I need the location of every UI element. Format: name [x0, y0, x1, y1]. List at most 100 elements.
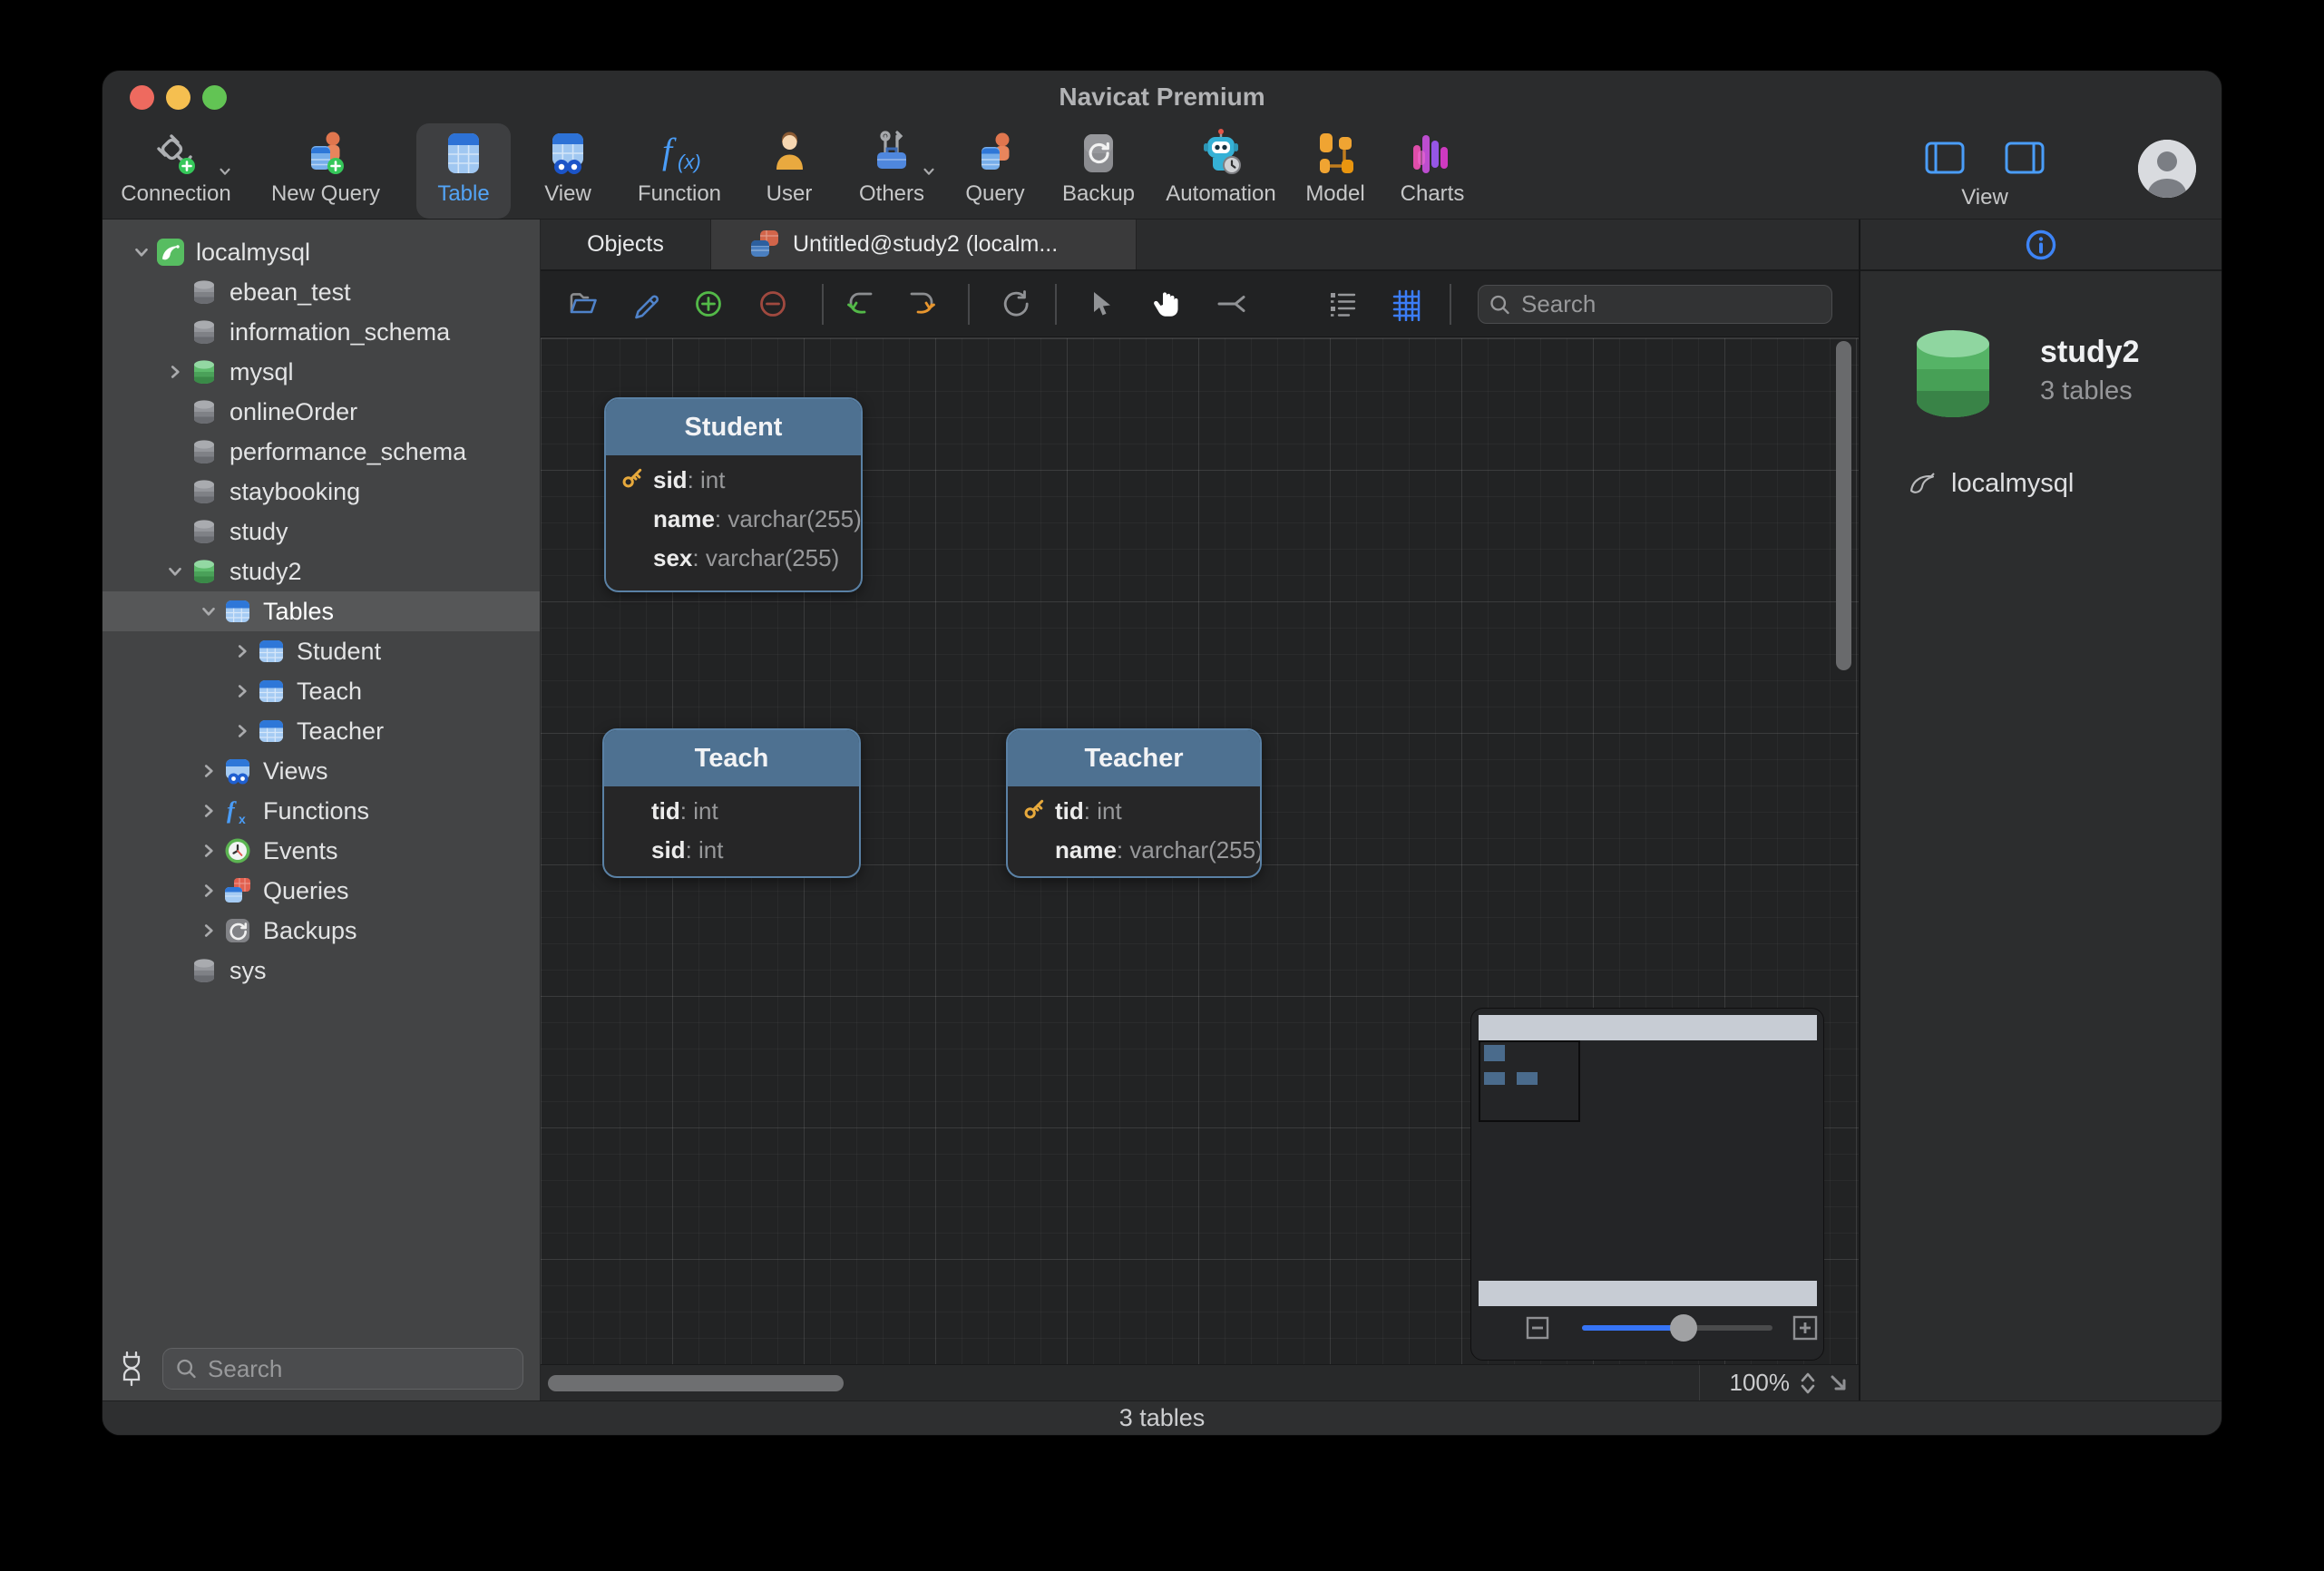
diagram-search[interactable]	[1478, 285, 1832, 324]
toolbar-item-user[interactable]: User	[750, 123, 828, 219]
chevron-down-icon[interactable]	[199, 601, 219, 621]
model-tab-icon	[747, 228, 782, 262]
chevron-right-icon[interactable]	[232, 721, 252, 741]
chevron-right-icon[interactable]	[199, 841, 219, 861]
tree-item-study[interactable]: study	[103, 512, 540, 551]
minimap[interactable]	[1470, 1008, 1824, 1361]
connection-tree: localmysql ebean_test information_schema my…	[103, 220, 540, 1341]
diagram-table-student[interactable]: Student sid: int name: varchar(255) sex: va…	[604, 397, 863, 592]
toggle-left-pane-icon[interactable]	[1924, 140, 1966, 176]
toolbar-item-automation[interactable]: Automation	[1162, 123, 1280, 219]
tree-item-staybooking[interactable]: staybooking	[103, 472, 540, 512]
add-circle-button[interactable]	[691, 287, 726, 321]
chevron-right-icon[interactable]	[199, 761, 219, 781]
toolbar-item-new-query[interactable]: New Query	[251, 123, 400, 219]
info-icon[interactable]	[2024, 228, 2058, 262]
tab-objects[interactable]: Objects	[541, 220, 710, 269]
diagram-canvas[interactable]: Student sid: int name: varchar(255) sex: va…	[541, 337, 1859, 1364]
refresh-button[interactable]	[998, 287, 1032, 321]
minimap-table	[1484, 1072, 1505, 1085]
toolbar-item-query[interactable]: Query	[955, 123, 1035, 219]
chevron-right-icon[interactable]	[199, 801, 219, 821]
tree-item-label: Queries	[263, 876, 349, 904]
tree-item-student[interactable]: Student	[103, 631, 540, 671]
zoom-stepper-icon[interactable]	[1799, 1370, 1817, 1397]
tree-item-label: Backups	[263, 916, 357, 944]
view-section-label: View	[1961, 185, 2008, 210]
diagram-search-input[interactable]	[1521, 290, 1822, 318]
others-icon	[865, 127, 918, 180]
tree-item-views[interactable]: Views	[103, 751, 540, 791]
zoom-slider[interactable]	[1582, 1314, 1772, 1342]
field-row-sid[interactable]: sid: int	[606, 461, 861, 500]
tree-item-tables[interactable]: Tables	[103, 591, 540, 631]
tree-item-localmysql[interactable]: localmysql	[103, 232, 540, 272]
zoom-slider-knob[interactable]	[1670, 1314, 1697, 1342]
folder-open-button[interactable]	[565, 287, 600, 321]
chevron-right-icon[interactable]	[199, 921, 219, 941]
field-row-name[interactable]: name: varchar(255)	[606, 500, 861, 539]
field-row-tid[interactable]: tid: int	[1008, 792, 1260, 831]
toggle-right-pane-icon[interactable]	[2004, 140, 2046, 176]
tree-item-queries[interactable]: Queries	[103, 871, 540, 911]
field-name: name	[653, 505, 715, 532]
toolbar-item-others[interactable]: Others	[845, 123, 939, 219]
connection-filter-icon[interactable]	[115, 1349, 148, 1389]
tree-item-backups[interactable]: Backups	[103, 911, 540, 951]
connector-button[interactable]	[1215, 287, 1249, 321]
tree-item-performance_schema[interactable]: performance_schema	[103, 432, 540, 472]
toolbar-separator	[1055, 284, 1057, 325]
grid-view-button[interactable]	[1389, 287, 1423, 321]
tree-item-label: Tables	[263, 597, 335, 625]
toolbar-item-connection[interactable]: Connection	[117, 123, 235, 219]
remove-circle-button[interactable]	[756, 287, 790, 321]
tree-item-teach[interactable]: Teach	[103, 671, 540, 711]
toolbar-item-view[interactable]: View	[527, 123, 609, 219]
toolbar-item-function[interactable]: f (x) Function	[625, 123, 734, 219]
toolbar-separator	[1450, 284, 1451, 325]
diagram-table-teach[interactable]: Teach tid: int sid: int	[602, 728, 861, 878]
chevron-down-icon[interactable]	[165, 561, 185, 581]
sidebar-search-input[interactable]	[208, 1354, 512, 1383]
tree-item-mysql[interactable]: mysql	[103, 352, 540, 392]
sidebar-search[interactable]	[162, 1348, 523, 1390]
tree-item-onlineorder[interactable]: onlineOrder	[103, 392, 540, 432]
functions-icon: fx	[222, 795, 253, 826]
horizontal-scrollbar-thumb[interactable]	[548, 1375, 844, 1391]
zoom-in-icon[interactable]	[1792, 1315, 1818, 1341]
chevron-right-icon[interactable]	[165, 362, 185, 382]
chevron-right-icon[interactable]	[232, 641, 252, 661]
tree-item-sys[interactable]: sys	[103, 951, 540, 990]
chevron-right-icon[interactable]	[199, 881, 219, 901]
toolbar-item-backup[interactable]: Backup	[1051, 123, 1146, 219]
chevron-down-icon[interactable]	[132, 242, 151, 262]
field-row-sex[interactable]: sex: varchar(255)	[606, 539, 861, 578]
tree-item-teacher[interactable]: Teacher	[103, 711, 540, 751]
select-cursor-button[interactable]	[1081, 287, 1116, 321]
undo-button[interactable]	[843, 287, 877, 321]
tree-item-functions[interactable]: f x Functions	[103, 791, 540, 831]
chevron-right-icon[interactable]	[232, 681, 252, 701]
user-avatar[interactable]	[2138, 140, 2196, 198]
diagram-table-teacher[interactable]: Teacher tid: int name: varchar(255)	[1006, 728, 1262, 878]
toolbar-item-table[interactable]: Table	[416, 123, 511, 219]
pencil-button[interactable]	[629, 287, 663, 321]
tree-item-study2[interactable]: study2	[103, 551, 540, 591]
tab-untitled-model[interactable]: Untitled@study2 (localm...	[710, 220, 1137, 269]
toolbar-item-charts[interactable]: Charts	[1391, 123, 1474, 219]
tree-item-events[interactable]: Events	[103, 831, 540, 871]
list-view-button[interactable]	[1326, 287, 1361, 321]
pan-hand-button[interactable]	[1149, 287, 1184, 321]
field-row-sid[interactable]: sid: int	[604, 831, 859, 870]
field-row-tid[interactable]: tid: int	[604, 792, 859, 831]
resize-grip-icon[interactable]	[1826, 1371, 1851, 1396]
field-row-name[interactable]: name: varchar(255)	[1008, 831, 1260, 870]
redo-button[interactable]	[905, 287, 940, 321]
zoom-out-icon[interactable]	[1526, 1316, 1549, 1340]
db-gray-icon	[189, 277, 220, 307]
tree-item-ebean_test[interactable]: ebean_test	[103, 272, 540, 312]
tree-item-information_schema[interactable]: information_schema	[103, 312, 540, 352]
vertical-scrollbar-thumb[interactable]	[1836, 341, 1851, 670]
toolbar-item-model[interactable]: Model	[1296, 123, 1374, 219]
sidebar-bottom	[103, 1341, 540, 1397]
